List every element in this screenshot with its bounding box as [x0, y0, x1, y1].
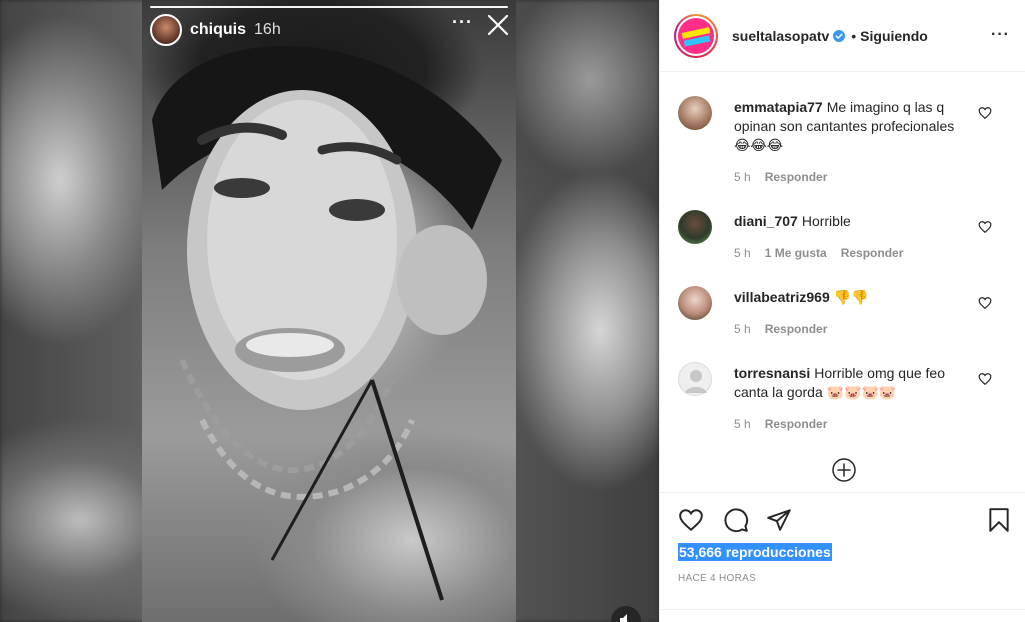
- add-more-comments-icon[interactable]: [832, 458, 856, 482]
- post-actions: 53,666 reproducciones HACE 4 HORAS: [660, 492, 1025, 622]
- verified-icon: [833, 29, 846, 42]
- comment-body: diani_707 Horrible: [734, 212, 970, 231]
- reply-button[interactable]: Responder: [765, 170, 828, 184]
- post-panel: sueltalasopatv • Siguiendo ··· emmatapia…: [659, 0, 1025, 622]
- reply-button[interactable]: Responder: [841, 246, 904, 260]
- story-username[interactable]: chiquis: [190, 21, 246, 39]
- story-header: chiquis 16h: [150, 14, 281, 46]
- story-image: [152, 45, 502, 601]
- comment-username[interactable]: villabeatriz969: [734, 289, 830, 305]
- heart-icon[interactable]: [978, 220, 992, 234]
- heart-icon[interactable]: [978, 296, 992, 310]
- account-username[interactable]: sueltalasopatv: [732, 28, 829, 44]
- comment-meta: 5 h 1 Me gusta Responder: [734, 246, 903, 260]
- comment-body: villabeatriz969 👎👎: [734, 288, 970, 307]
- story-viewer[interactable]: chiquis 16h ···: [0, 0, 659, 622]
- story-avatar[interactable]: [150, 14, 182, 46]
- story-timestamp: 16h: [254, 21, 281, 38]
- comment-username[interactable]: torresnansi: [734, 365, 810, 381]
- reply-button[interactable]: Responder: [765, 417, 828, 431]
- avatar[interactable]: [678, 286, 712, 320]
- comment-age[interactable]: 5 h: [734, 170, 751, 184]
- heart-icon[interactable]: [978, 372, 992, 386]
- story-frame[interactable]: chiquis 16h ···: [142, 0, 516, 622]
- story-progress-bar: [150, 6, 508, 8]
- comment-body: emmatapia77 Me imagino q las q opinan son…: [734, 98, 970, 155]
- comment-meta: 5 h Responder: [734, 322, 827, 336]
- comment-text: Horrible: [801, 213, 851, 229]
- comment-age[interactable]: 5 h: [734, 417, 751, 431]
- heart-icon[interactable]: [978, 106, 992, 120]
- add-comment-bar[interactable]: [660, 609, 1025, 622]
- header-separator: •: [851, 27, 857, 44]
- comment-username[interactable]: emmatapia77: [734, 99, 823, 115]
- post-timestamp[interactable]: HACE 4 HORAS: [678, 573, 756, 584]
- bookmark-icon[interactable]: [986, 507, 1012, 533]
- avatar[interactable]: [678, 210, 712, 244]
- view-count[interactable]: 53,666 reproducciones: [678, 543, 832, 561]
- comment-icon[interactable]: [723, 507, 749, 533]
- avatar[interactable]: [678, 362, 712, 396]
- post-header: sueltalasopatv • Siguiendo ···: [660, 0, 1025, 72]
- following-button[interactable]: Siguiendo: [860, 28, 928, 44]
- comment-age[interactable]: 5 h: [734, 322, 751, 336]
- account-avatar[interactable]: [674, 13, 718, 58]
- comment-username[interactable]: diani_707: [734, 213, 798, 229]
- post-options-icon[interactable]: ···: [991, 26, 1010, 44]
- reply-button[interactable]: Responder: [765, 322, 828, 336]
- share-icon[interactable]: [766, 507, 792, 533]
- comment-age[interactable]: 5 h: [734, 246, 751, 260]
- avatar[interactable]: [678, 96, 712, 130]
- heart-icon[interactable]: [678, 507, 704, 533]
- default-avatar-icon: [685, 370, 707, 393]
- close-icon[interactable]: [487, 14, 509, 36]
- comment-meta: 5 h Responder: [734, 417, 827, 431]
- comment-meta: 5 h Responder: [734, 170, 827, 184]
- comment-text: 👎👎: [833, 289, 869, 305]
- comment-body: torresnansi Horrible omg que feo canta la…: [734, 364, 970, 402]
- comment-likes[interactable]: 1 Me gusta: [765, 246, 827, 260]
- more-icon[interactable]: ···: [452, 12, 473, 33]
